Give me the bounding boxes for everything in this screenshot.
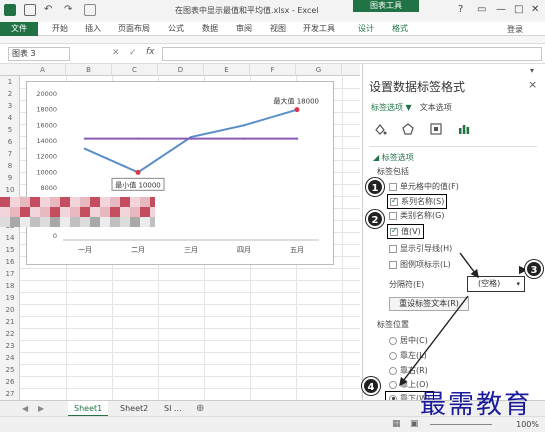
step-badge-4: 4	[362, 377, 380, 395]
watermark-text: 最需教育	[420, 390, 533, 420]
sheet-tab-3[interactable]: SI ...	[158, 401, 188, 417]
page-layout-view-icon[interactable]: ▣	[410, 419, 419, 429]
zoom-slider[interactable]	[430, 424, 492, 425]
add-sheet-icon[interactable]: ⊕	[196, 403, 204, 414]
step-badge-2: 2	[366, 210, 384, 228]
step-badge-3: 3	[525, 260, 543, 278]
normal-view-icon[interactable]: ▦	[392, 419, 401, 429]
scroll-prev-sheet-icon[interactable]: ◀	[22, 404, 28, 413]
scroll-next-sheet-icon[interactable]: ▶	[38, 404, 44, 413]
sheet-tab-2[interactable]: Sheet2	[114, 401, 154, 417]
annotation-arrows	[399, 252, 528, 387]
step-badge-1: 1	[366, 178, 384, 196]
zoom-level[interactable]: 100%	[516, 420, 539, 429]
sheet-tab-1[interactable]: Sheet1	[68, 401, 109, 417]
